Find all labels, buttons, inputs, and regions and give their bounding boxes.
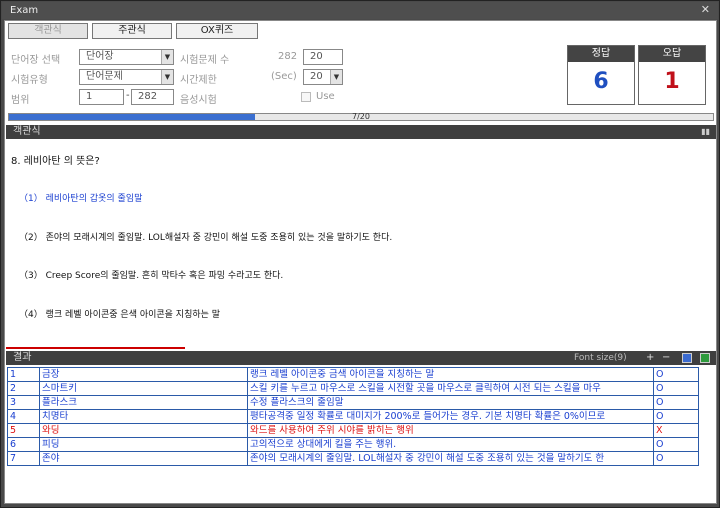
question-text: 8. 레비아탄 의 뜻은?	[11, 156, 100, 167]
results-table: 1 금장 랭크 레벨 아이콘중 금색 아이콘을 지칭하는 말 O 2 스마트키 스킬 키를 …	[7, 367, 699, 466]
tab-short-answer[interactable]: 주관식	[92, 23, 172, 39]
use-voice-checkbox[interactable]	[301, 92, 311, 102]
font-increase-button[interactable]: +	[646, 351, 654, 365]
row-word: 치명타	[39, 409, 248, 424]
correct-count: 6	[593, 69, 609, 94]
tab-multiple-choice[interactable]: 객관식	[8, 23, 88, 39]
correct-label: 정답	[568, 46, 634, 62]
row-result-mark: O	[653, 409, 699, 424]
table-row[interactable]: 5 와딩 와드를 사용하여 주위 시야를 밝히는 행위 X	[7, 423, 699, 438]
time-limit-label: 시간제한	[180, 75, 217, 86]
row-result-mark: O	[653, 395, 699, 410]
time-unit: (Sec)	[271, 71, 297, 82]
chevron-down-icon: ▼	[161, 50, 173, 64]
table-row[interactable]: 4 치명타 평타공격중 일정 확률로 대미지가 200%로 들어가는 경우. 기본 …	[7, 409, 699, 424]
table-row[interactable]: 6 피딩 고의적으로 상대에게 킬을 주는 행위. O	[7, 437, 699, 452]
title-bar: Exam ✕	[2, 2, 718, 19]
time-limit-select-value: 20	[310, 71, 323, 82]
range-dash: -	[126, 90, 130, 101]
excel-icon[interactable]	[700, 353, 710, 363]
question-section-header: 객관식 ▮▮	[6, 125, 716, 139]
exam-window: Exam ✕ 객관식 주관식 OX퀴즈 단어장 선택 단어장 ▼ 시험유형 단어문…	[0, 0, 720, 508]
row-result-mark: O	[653, 451, 699, 466]
test-type-select[interactable]: 단어문제 ▼	[79, 69, 174, 85]
row-number: 1	[7, 367, 40, 382]
row-result-mark: O	[653, 381, 699, 396]
option-4[interactable]: （4） 랭크 레벨 아이콘중 은색 아이콘을 지칭하는 말	[19, 307, 220, 320]
wrong-count: 1	[664, 69, 680, 94]
correct-score-box: 정답 6	[567, 45, 635, 105]
tab-ox-quiz[interactable]: OX퀴즈	[176, 23, 258, 39]
question-section-title: 객관식	[13, 126, 41, 137]
chevron-down-icon: ▼	[161, 70, 173, 84]
row-word: 와딩	[39, 423, 248, 438]
row-word: 존야	[39, 451, 248, 466]
question-divider	[6, 347, 185, 349]
client-area: 객관식 주관식 OX퀴즈 단어장 선택 단어장 ▼ 시험유형 단어문제 ▼ 범위 1…	[4, 20, 717, 504]
table-row[interactable]: 7 존야 존야의 모래시계의 줄임말. LOL해설자 중 강민이 해설 도중 조용히…	[7, 451, 699, 466]
use-label: Use	[316, 91, 335, 102]
window-title: Exam	[10, 5, 39, 16]
voice-test-label: 음성시험	[180, 95, 217, 106]
range-from-input[interactable]: 1	[79, 89, 124, 105]
table-row[interactable]: 2 스마트키 스킬 키를 누르고 마우스로 스킬을 시전할 곳을 마우스로 클릭하여…	[7, 381, 699, 396]
test-type-select-value: 단어문제	[86, 71, 123, 82]
row-result-mark: O	[653, 437, 699, 452]
wrong-label: 오답	[639, 46, 705, 62]
results-section-header: 결과 Font size(9) + −	[6, 351, 716, 365]
option-2[interactable]: （2） 존야의 모래시계의 줄임말. LOL해설자 중 강민이 해설 도중 조용…	[19, 230, 392, 243]
question-count-input[interactable]: 20	[303, 49, 343, 65]
row-result-mark: X	[653, 423, 699, 438]
row-meaning: 와드를 사용하여 주위 시야를 밝히는 행위	[247, 423, 654, 438]
vocab-select[interactable]: 단어장 ▼	[79, 49, 174, 65]
row-number: 2	[7, 381, 40, 396]
range-to-input[interactable]: 282	[131, 89, 174, 105]
row-number: 3	[7, 395, 40, 410]
row-number: 6	[7, 437, 40, 452]
row-number: 7	[7, 451, 40, 466]
font-decrease-button[interactable]: −	[662, 351, 670, 365]
progress-bar: 7/20	[8, 112, 714, 121]
vocab-label: 단어장 선택	[11, 55, 61, 66]
font-size-label: Font size(9)	[574, 353, 627, 363]
progress-text: 7/20	[352, 112, 370, 121]
row-word: 스마트키	[39, 381, 248, 396]
row-meaning: 스킬 키를 누르고 마우스로 스킬을 시전할 곳을 마우스로 클릭하여 시전 되…	[247, 381, 654, 396]
test-type-label: 시험유형	[11, 75, 48, 86]
chevron-down-icon: ▼	[330, 70, 342, 84]
table-row[interactable]: 3 플라스크 수정 플라스크의 줄임말 O	[7, 395, 699, 410]
row-word: 플라스크	[39, 395, 248, 410]
option-1[interactable]: （1） 레비아탄의 갑옷의 줄임말	[19, 191, 142, 204]
row-number: 5	[7, 423, 40, 438]
close-icon[interactable]: ✕	[701, 3, 710, 16]
row-meaning: 랭크 레벨 아이콘중 금색 아이콘을 지칭하는 말	[247, 367, 654, 382]
question-count-max: 282	[278, 51, 298, 62]
vocab-select-value: 단어장	[86, 51, 114, 62]
results-title: 결과	[13, 352, 32, 363]
row-meaning: 평타공격중 일정 확률로 대미지가 200%로 들어가는 경우. 기본 치명타 …	[247, 409, 654, 424]
option-3[interactable]: （3） Creep Score의 줄임말. 흔히 막타수 혹은 파밍 수라고도 …	[19, 268, 283, 281]
save-icon[interactable]	[682, 353, 692, 363]
wrong-score-box: 오답 1	[638, 45, 706, 105]
time-limit-select[interactable]: 20 ▼	[303, 69, 343, 85]
row-word: 피딩	[39, 437, 248, 452]
row-meaning: 존야의 모래시계의 줄임말. LOL해설자 중 강민이 해설 도중 조용히 있는…	[247, 451, 654, 466]
pause-icon[interactable]: ▮▮	[701, 125, 710, 139]
row-result-mark: O	[653, 367, 699, 382]
row-number: 4	[7, 409, 40, 424]
table-row[interactable]: 1 금장 랭크 레벨 아이콘중 금색 아이콘을 지칭하는 말O	[7, 367, 699, 382]
row-word: 금장	[39, 367, 248, 382]
range-label: 범위	[11, 95, 30, 106]
question-count-label: 시험문제 수	[180, 55, 230, 66]
row-meaning: 고의적으로 상대에게 킬을 주는 행위.	[247, 437, 654, 452]
row-meaning: 수정 플라스크의 줄임말	[247, 395, 654, 410]
